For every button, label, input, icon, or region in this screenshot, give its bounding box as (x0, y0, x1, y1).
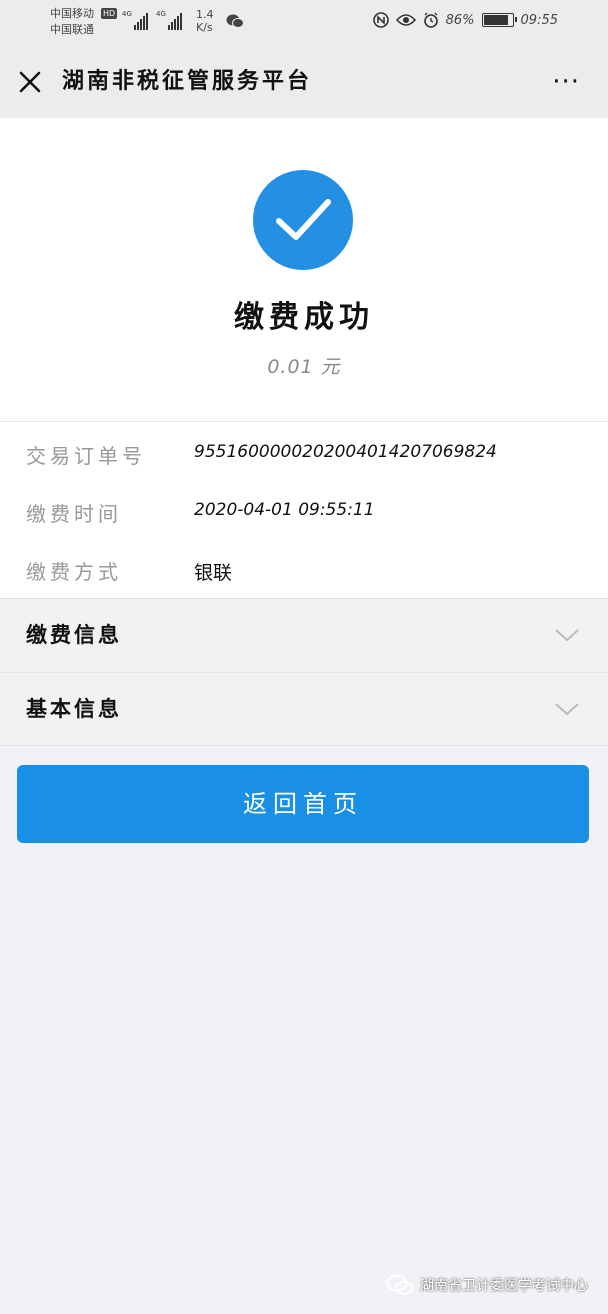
status-right: 86% 09:55 (372, 12, 558, 28)
chevron-down-icon (555, 629, 579, 642)
hd-badge: HD (101, 8, 118, 19)
carrier-2: 中国联通 (50, 23, 94, 36)
status-bar: 中国移动 中国联通 HD 4G 4G 1.4 K/s 86% 09:55 (0, 0, 608, 46)
battery-fill (483, 15, 508, 25)
signal-1-icon: 4G (122, 10, 148, 30)
detail-row-order-number: 交易订单号 95516000002020040142070698​24 (0, 432, 608, 472)
signal-1-gen: 4G (122, 10, 132, 18)
battery-percent: 86% (445, 12, 475, 28)
carrier-info: 中国移动 中国联通 (50, 6, 94, 38)
detail-value: 95516000002020040142070698​24 (194, 442, 497, 462)
wechat-logo-icon (386, 1274, 413, 1295)
payment-result: 缴费成功 0.01 元 (0, 118, 608, 422)
section-payment-info[interactable]: 缴费信息 (0, 598, 608, 672)
detail-label: 缴费时间 (26, 502, 122, 526)
battery-icon (481, 13, 517, 27)
alarm-icon (423, 12, 438, 28)
net-speed-value: 1.4 (196, 8, 214, 21)
chevron-down-icon (555, 703, 579, 716)
payment-amount: 0.01 元 (267, 356, 341, 378)
signal-2-gen: 4G (156, 10, 166, 18)
detail-label: 缴费方式 (26, 560, 122, 584)
signal-2-icon: 4G (156, 10, 182, 30)
net-speed: 1.4 K/s (196, 8, 214, 34)
success-check-icon (253, 170, 353, 270)
close-icon[interactable] (16, 68, 44, 96)
watermark: 湖南省卫计委医学考试中心 (386, 1274, 588, 1296)
detail-label: 交易订单号 (26, 444, 146, 468)
section-label: 缴费信息 (26, 623, 122, 647)
detail-row-payment-time: 缴费时间 2020-04-01 09:55:11 (0, 490, 608, 530)
status-time: 09:55 (520, 12, 558, 28)
page-title: 湖南非税征管服务平台 (62, 69, 313, 94)
nav-bar: 湖南非税征管服务平台 ··· (0, 46, 608, 118)
eye-icon (395, 14, 416, 26)
section-basic-info[interactable]: 基本信息 (0, 672, 608, 746)
detail-value: 银联 (194, 562, 233, 584)
net-speed-unit: K/s (196, 21, 213, 34)
wechat-icon (226, 14, 244, 28)
detail-value: 2020-04-01 09:55:11 (194, 500, 375, 520)
watermark-text: 湖南省卫计委医学考试中心 (420, 1278, 588, 1294)
section-label: 基本信息 (26, 697, 122, 721)
more-options-button[interactable]: ··· (552, 69, 580, 95)
success-title: 缴费成功 (234, 300, 374, 335)
detail-row-payment-method: 缴费方式 银联 (0, 548, 608, 588)
return-home-button[interactable]: 返回首页 (17, 765, 589, 843)
nfc-icon (372, 12, 389, 28)
payment-details: 交易订单号 95516000002020040142070698​24 缴费时间… (0, 422, 608, 598)
carrier-1: 中国移动 (50, 7, 94, 20)
